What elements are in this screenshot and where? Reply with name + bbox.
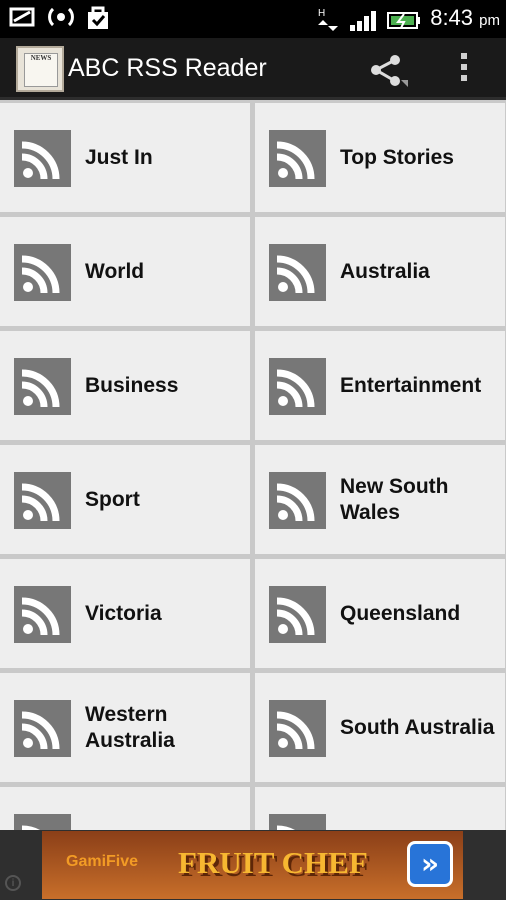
rss-feed-icon — [14, 358, 71, 415]
feed-tile-victoria[interactable]: Victoria — [0, 559, 250, 668]
fruit-chef-ad[interactable]: GamiFive FRUIT CHEF » — [42, 831, 463, 899]
overflow-menu-icon[interactable] — [455, 50, 473, 90]
feed-tile-just-in[interactable]: Just In — [0, 103, 250, 212]
feed-grid: Just In Top Stories World Australia Busi… — [0, 103, 506, 830]
app-bar: NEWS ABC RSS Reader — [0, 38, 506, 100]
feed-tile-western-australia[interactable]: Western Australia — [0, 673, 250, 782]
rss-feed-icon — [14, 130, 71, 187]
rss-feed-icon — [269, 700, 326, 757]
ad-game-title: FRUIT CHEF — [178, 845, 368, 880]
feed-tile-australia[interactable]: Australia — [255, 217, 505, 326]
ad-forward-icon[interactable]: » — [407, 841, 453, 887]
feed-tile-new-south-wales[interactable]: New South Wales — [255, 445, 505, 554]
feed-tile-top-stories[interactable]: Top Stories — [255, 103, 505, 212]
feed-label: Sport — [85, 487, 140, 511]
feed-tile-australian[interactable]: Australian — [255, 787, 505, 830]
rss-feed-icon — [269, 358, 326, 415]
share-icon[interactable] — [368, 53, 408, 87]
ad-banner[interactable]: i GamiFive FRUIT CHEF » — [0, 830, 506, 900]
feed-tile-partial-left[interactable] — [0, 787, 250, 830]
feed-label: Business — [85, 373, 179, 397]
feed-label: New South Wales — [340, 474, 449, 524]
rss-feed-icon — [269, 586, 326, 643]
rss-feed-icon — [14, 244, 71, 301]
rss-feed-icon — [14, 472, 71, 529]
shopping-bag-icon — [88, 6, 108, 29]
rss-feed-icon — [14, 586, 71, 643]
svg-text:H: H — [318, 8, 325, 19]
feed-label: Australian — [340, 787, 505, 831]
rss-feed-icon — [14, 700, 71, 757]
feed-tile-queensland[interactable]: Queensland — [255, 559, 505, 668]
rss-feed-icon — [269, 472, 326, 529]
rss-feed-icon — [14, 814, 71, 830]
ad-brand: GamiFive — [66, 853, 138, 871]
app-title: ABC RSS Reader — [68, 54, 267, 82]
feed-label: Victoria — [85, 601, 162, 625]
feed-label: South Australia — [340, 715, 495, 739]
mail-icon — [9, 7, 35, 27]
rss-feed-icon — [269, 244, 326, 301]
feed-tile-south-australia[interactable]: South Australia — [255, 673, 505, 782]
feed-label: Australia — [340, 259, 430, 283]
hotspot-icon — [48, 7, 74, 27]
newspaper-logo-icon: NEWS — [24, 53, 58, 87]
ad-info-icon[interactable]: i — [5, 875, 21, 891]
feed-label: World — [85, 259, 145, 283]
feed-label: Just In — [85, 145, 153, 169]
app-logo: NEWS — [16, 46, 64, 92]
feed-label: Top Stories — [340, 145, 454, 169]
feed-tile-sport[interactable]: Sport — [0, 445, 250, 554]
ad-brand-suffix: Five — [106, 853, 139, 870]
feed-tile-entertainment[interactable]: Entertainment — [255, 331, 505, 440]
feed-label: Entertainment — [340, 373, 482, 397]
feed-label: Queensland — [340, 601, 461, 625]
ad-brand-prefix: Gami — [66, 853, 107, 870]
feed-tile-world[interactable]: World — [0, 217, 250, 326]
network-transfer-icon: H — [318, 8, 339, 31]
rss-feed-icon — [269, 814, 326, 830]
feed-tile-business[interactable]: Business — [0, 331, 250, 440]
feed-label: Western Australia — [85, 702, 175, 752]
feed-label — [85, 787, 250, 830]
signal-icon — [350, 10, 377, 31]
status-bar: H 8:43 pm — [0, 0, 506, 38]
status-time: 8:43 pm — [430, 5, 500, 30]
rss-feed-icon — [269, 130, 326, 187]
logo-text: NEWS — [30, 54, 52, 62]
battery-icon — [387, 11, 421, 29]
